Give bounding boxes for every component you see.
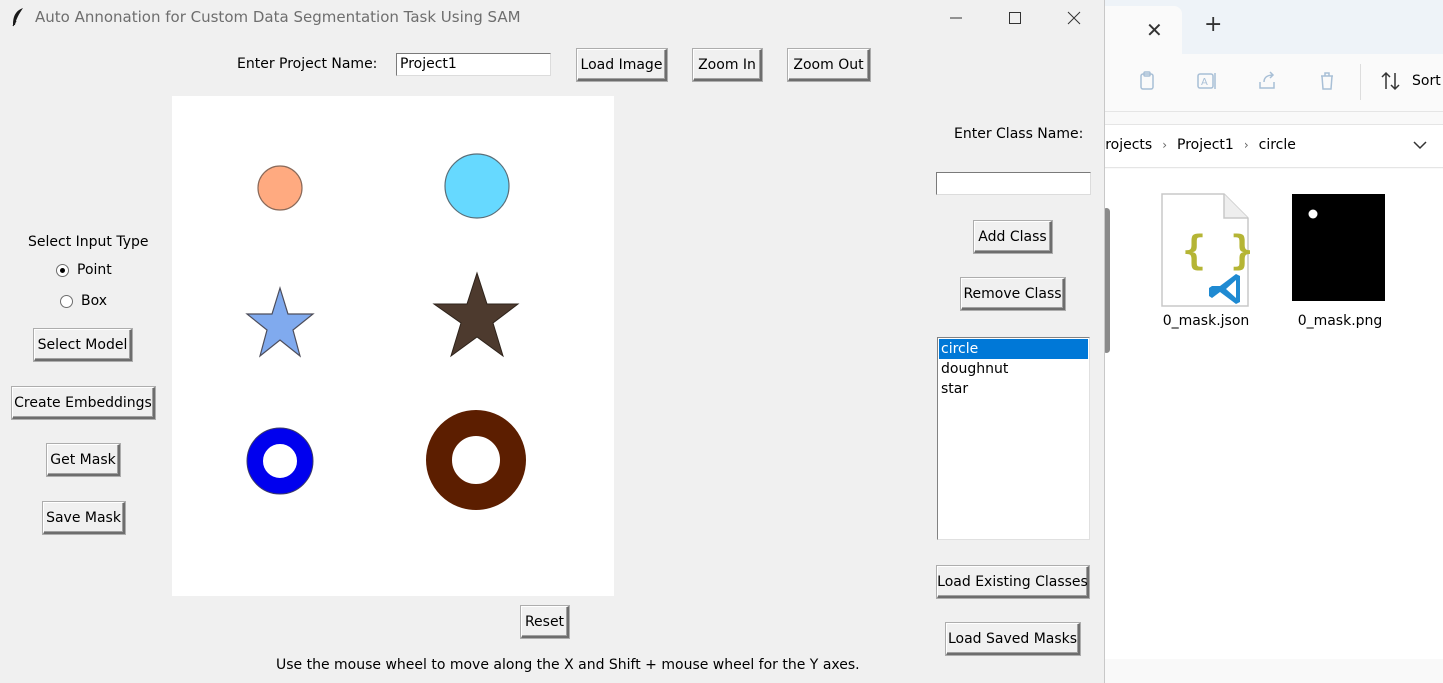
radio-point[interactable]: Point bbox=[56, 262, 112, 278]
maximize-button[interactable] bbox=[995, 6, 1035, 30]
reset-button[interactable]: Reset bbox=[521, 606, 569, 638]
new-tab-icon[interactable]: + bbox=[1204, 12, 1222, 37]
small-circle-shape bbox=[257, 165, 303, 211]
select-model-button[interactable]: Select Model bbox=[34, 329, 132, 361]
share-icon[interactable] bbox=[1256, 70, 1278, 92]
address-bar[interactable]: Projects › Project1 › circle bbox=[1097, 124, 1443, 168]
sort-label: Sort bbox=[1412, 73, 1441, 89]
copy-icon[interactable] bbox=[1136, 70, 1158, 92]
breadcrumb: Projects › Project1 › circle bbox=[1097, 137, 1296, 153]
small-star-shape bbox=[245, 285, 315, 358]
class-name-label: Enter Class Name: bbox=[954, 126, 1084, 142]
large-doughnut-shape bbox=[426, 410, 526, 510]
list-item-circle[interactable]: circle bbox=[939, 339, 1088, 359]
radio-point-indicator[interactable] bbox=[56, 263, 69, 277]
create-embeddings-button[interactable]: Create Embeddings bbox=[12, 387, 155, 419]
mask-image-thumbnail bbox=[1292, 194, 1385, 301]
close-button[interactable] bbox=[1054, 6, 1094, 30]
file-list-area bbox=[1100, 169, 1443, 659]
minimize-button[interactable] bbox=[936, 6, 976, 30]
chevron-down-icon[interactable] bbox=[1412, 137, 1428, 153]
chevron-right-icon: › bbox=[1162, 138, 1168, 152]
scroll-hint-text: Use the mouse wheel to move along the X … bbox=[276, 657, 860, 673]
sort-button[interactable]: Sort bbox=[1380, 70, 1441, 92]
maximize-icon bbox=[1009, 12, 1021, 24]
explorer-tab-strip: ✕ + bbox=[1100, 0, 1443, 54]
radio-box-indicator[interactable] bbox=[60, 294, 73, 308]
project-name-label: Enter Project Name: bbox=[237, 56, 378, 72]
json-file-icon: { } bbox=[1161, 193, 1250, 307]
toolbar-divider bbox=[1360, 64, 1361, 100]
close-icon bbox=[1067, 11, 1081, 25]
canvas-image[interactable] bbox=[172, 96, 614, 596]
radio-box-label: Box bbox=[81, 293, 108, 309]
radio-box[interactable]: Box bbox=[60, 293, 107, 309]
feather-icon bbox=[12, 8, 23, 27]
explorer-toolbar: A Sort bbox=[1100, 54, 1443, 112]
list-item-star[interactable]: star bbox=[939, 379, 1088, 399]
svg-text:A: A bbox=[1201, 77, 1208, 88]
load-saved-masks-button[interactable]: Load Saved Masks bbox=[946, 623, 1080, 655]
class-listbox[interactable]: circle doughnut star bbox=[937, 337, 1090, 540]
file-name-json: 0_mask.json bbox=[1162, 313, 1250, 329]
breadcrumb-project1[interactable]: Project1 bbox=[1177, 137, 1234, 153]
file-explorer-window: ✕ + A Sort Projects › Project1 › circle … bbox=[1097, 0, 1443, 683]
breadcrumb-circle[interactable]: circle bbox=[1259, 137, 1296, 153]
list-item-doughnut[interactable]: doughnut bbox=[939, 359, 1088, 379]
file-name-png: 0_mask.png bbox=[1297, 313, 1383, 329]
input-type-label: Select Input Type bbox=[28, 234, 149, 250]
zoom-in-button[interactable]: Zoom In bbox=[693, 49, 762, 81]
large-star-shape bbox=[432, 271, 520, 358]
delete-icon[interactable] bbox=[1316, 70, 1338, 92]
sort-icon bbox=[1381, 71, 1400, 91]
svg-text:{ }: { } bbox=[1182, 228, 1250, 274]
close-tab-icon[interactable]: ✕ bbox=[1146, 18, 1163, 42]
large-circle-shape bbox=[444, 153, 510, 219]
explorer-tab[interactable]: ✕ bbox=[1100, 6, 1182, 54]
zoom-out-button[interactable]: Zoom Out bbox=[788, 49, 870, 81]
minimize-icon bbox=[950, 17, 962, 19]
title-bar: Auto Annonation for Custom Data Segmenta… bbox=[0, 0, 1104, 36]
chevron-right-icon: › bbox=[1243, 138, 1249, 152]
rename-icon[interactable]: A bbox=[1196, 70, 1218, 92]
project-name-input[interactable]: Project1 bbox=[396, 53, 551, 76]
class-name-input[interactable] bbox=[936, 172, 1091, 195]
app-window: Auto Annonation for Custom Data Segmenta… bbox=[0, 0, 1105, 683]
save-mask-button[interactable]: Save Mask bbox=[43, 502, 125, 534]
get-mask-button[interactable]: Get Mask bbox=[47, 444, 120, 476]
breadcrumb-projects[interactable]: Projects bbox=[1097, 137, 1152, 153]
radio-point-label: Point bbox=[77, 262, 112, 278]
small-doughnut-shape bbox=[247, 428, 313, 494]
add-class-button[interactable]: Add Class bbox=[974, 221, 1052, 253]
image-canvas[interactable] bbox=[172, 96, 614, 596]
load-existing-classes-button[interactable]: Load Existing Classes bbox=[937, 566, 1089, 598]
load-image-button[interactable]: Load Image bbox=[577, 49, 667, 81]
remove-class-button[interactable]: Remove Class bbox=[961, 278, 1065, 310]
window-title: Auto Annonation for Custom Data Segmenta… bbox=[35, 8, 521, 26]
